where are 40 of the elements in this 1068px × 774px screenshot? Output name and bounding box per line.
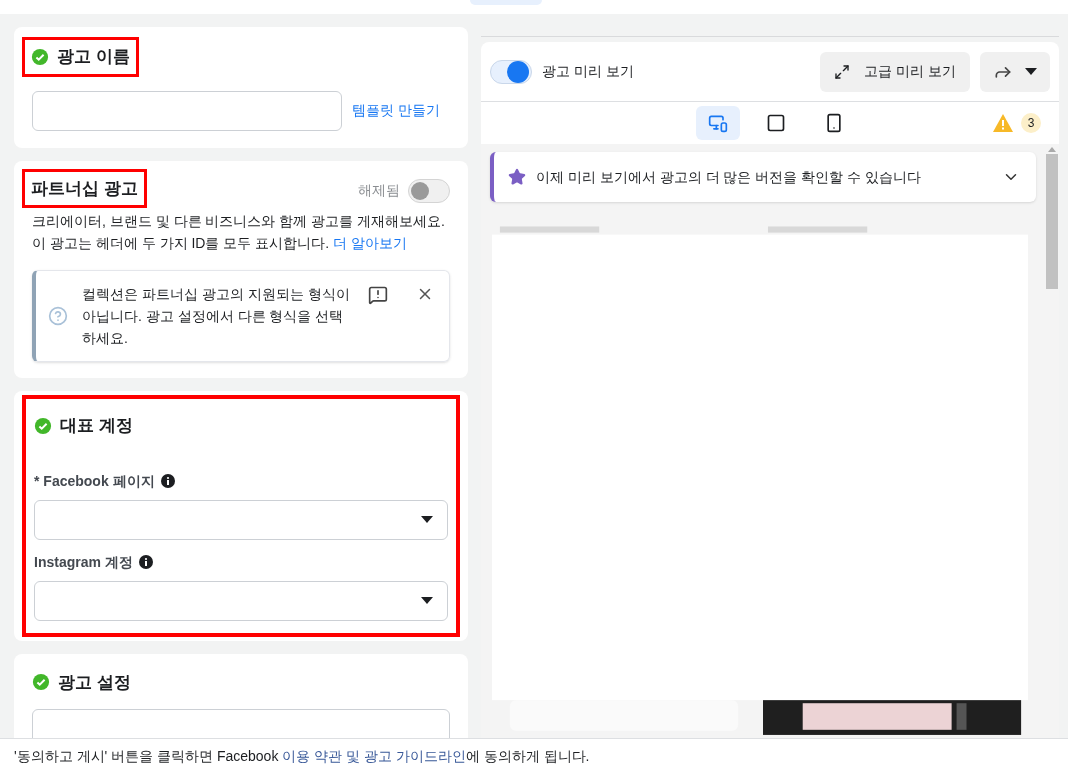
info-icon bbox=[138, 555, 153, 569]
section-title: 대표 계정 bbox=[60, 415, 133, 437]
caret-icon bbox=[421, 515, 433, 524]
info-icon bbox=[160, 474, 175, 488]
dropdown-field[interactable] bbox=[34, 499, 448, 540]
report-icon[interactable] bbox=[368, 285, 388, 305]
toggle-switch[interactable] bbox=[408, 178, 450, 203]
section-title: 파트너십 광고 bbox=[31, 177, 138, 200]
notice-text: 컬렉션은 파트너십 광고의 지원되는 형식이 아닙니다. 광고 설정에서 다른 형식을 선택하세요. bbox=[82, 285, 351, 348]
square-icon bbox=[766, 113, 786, 133]
help-icon bbox=[48, 306, 68, 326]
phone-icon bbox=[824, 113, 844, 133]
advanced-preview-button[interactable]: 고급 미리 보기 bbox=[820, 51, 970, 92]
warning-icon bbox=[993, 114, 1013, 132]
banner-text: 이제 미리 보기에서 광고의 더 많은 버전을 확인할 수 있습니다 bbox=[536, 167, 922, 187]
field-label: Instagram 계정 bbox=[34, 552, 133, 572]
devices-icon bbox=[708, 113, 728, 133]
toggle-label: 해제됨 bbox=[358, 181, 400, 200]
scroll-up-icon[interactable] bbox=[1048, 146, 1056, 152]
terms-text: '동의하고 게시' 버튼을 클릭하면 Facebook 이용 약관 및 광고 가이드라인에 동의하게 됩니다. bbox=[14, 747, 590, 766]
field-label: * Facebook 페이지 bbox=[34, 471, 155, 491]
dropdown-field[interactable] bbox=[34, 580, 448, 621]
section-title: 광고 이름 bbox=[57, 46, 130, 68]
description-text: 크리에이터, 브랜드 및 다른 비즈니스와 함께 광고를 게재해보세요. 이 광고는 헤더에 두 가지 ID를 모두 표시합니다. 더 알아보기 bbox=[32, 212, 446, 253]
caret-icon bbox=[421, 596, 433, 605]
star-icon bbox=[508, 168, 526, 186]
terms-link[interactable]: 이용 약관 및 광고 가이드라인 bbox=[282, 748, 466, 764]
share-button[interactable] bbox=[980, 51, 1050, 92]
tab-edge bbox=[470, 0, 542, 5]
info-banner[interactable]: 이제 미리 보기에서 광고의 더 많은 버전을 확인할 수 있습니다 bbox=[490, 152, 1036, 202]
scrollbar-thumb[interactable] bbox=[1046, 154, 1058, 289]
warning-count-badge: 3 bbox=[1021, 113, 1041, 133]
toggle-switch[interactable] bbox=[490, 59, 532, 84]
expand-icon bbox=[834, 63, 851, 80]
caret-icon bbox=[1025, 67, 1037, 76]
template-link[interactable]: 템플릿 만들기 bbox=[352, 100, 440, 121]
section-title: 광고 설정 bbox=[58, 671, 131, 694]
input-field[interactable] bbox=[32, 90, 342, 131]
toggle-label: 광고 미리 보기 bbox=[542, 62, 635, 81]
learn-more-link[interactable]: 더 알아보기 bbox=[333, 235, 407, 251]
